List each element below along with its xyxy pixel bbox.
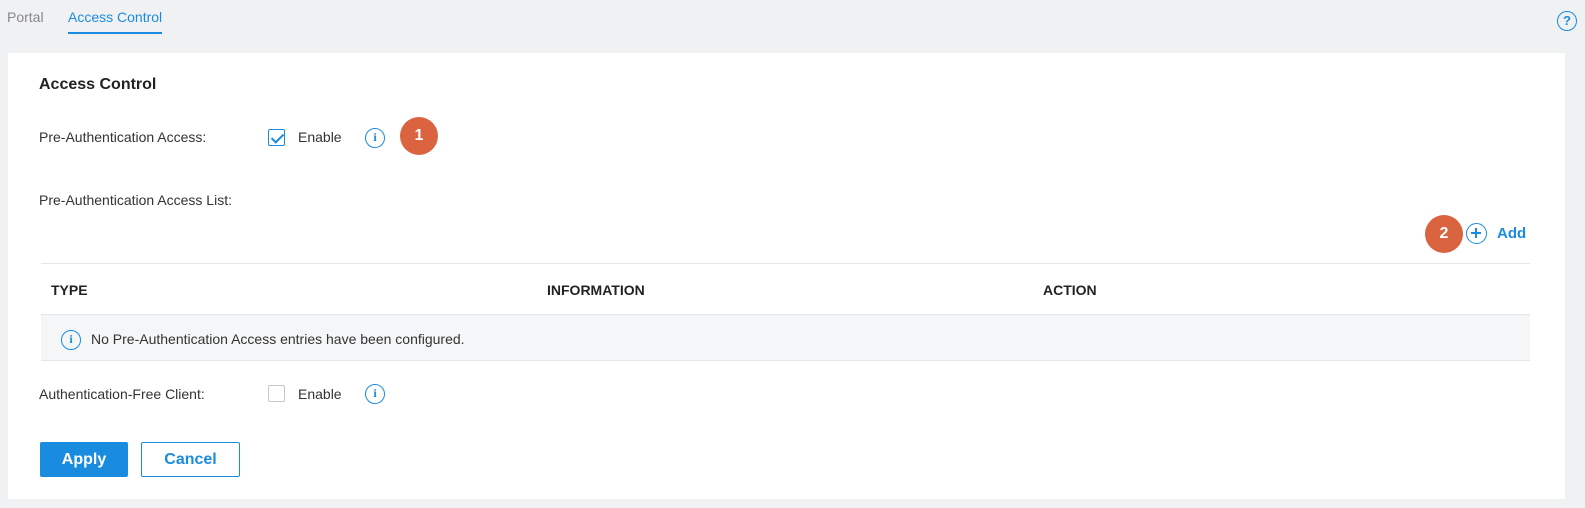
pre-auth-enable-checkbox[interactable] [268,129,285,146]
help-icon[interactable]: ? [1557,11,1577,31]
add-button-label: Add [1497,225,1527,242]
table-header: TYPE INFORMATION ACTION [41,263,1530,314]
empty-state-message: No Pre-Authentication Access entries hav… [91,331,465,347]
auth-free-enable-label: Enable [298,386,342,402]
info-icon[interactable]: i [365,128,385,148]
column-header-type: TYPE [51,282,88,298]
info-icon[interactable]: i [365,384,385,404]
pre-auth-access-label: Pre-Authentication Access: [39,129,207,145]
apply-button[interactable]: Apply [40,442,128,477]
tab-bar: Portal Access Control ? [0,0,1585,50]
access-control-panel: Access Control Pre-Authentication Access… [8,53,1565,499]
cancel-button[interactable]: Cancel [141,442,240,477]
empty-state-row: i No Pre-Authentication Access entries h… [41,314,1530,361]
tab-access-control[interactable]: Access Control [68,9,163,34]
section-title: Access Control [39,76,157,93]
step-badge-2: 2 [1425,215,1463,253]
step-badge-1: 1 [400,117,438,155]
pre-auth-enable-label: Enable [298,129,342,145]
pre-auth-list-label: Pre-Authentication Access List: [39,192,232,208]
tab-portal[interactable]: Portal [7,9,44,25]
info-icon: i [61,330,81,350]
column-header-information: INFORMATION [547,282,645,298]
plus-circle-icon [1466,223,1487,244]
pre-auth-access-table: TYPE INFORMATION ACTION i No Pre-Authent… [41,263,1530,361]
auth-free-enable-checkbox[interactable] [268,385,285,402]
auth-free-client-label: Authentication-Free Client: [39,386,205,402]
column-header-action: ACTION [1043,282,1097,298]
